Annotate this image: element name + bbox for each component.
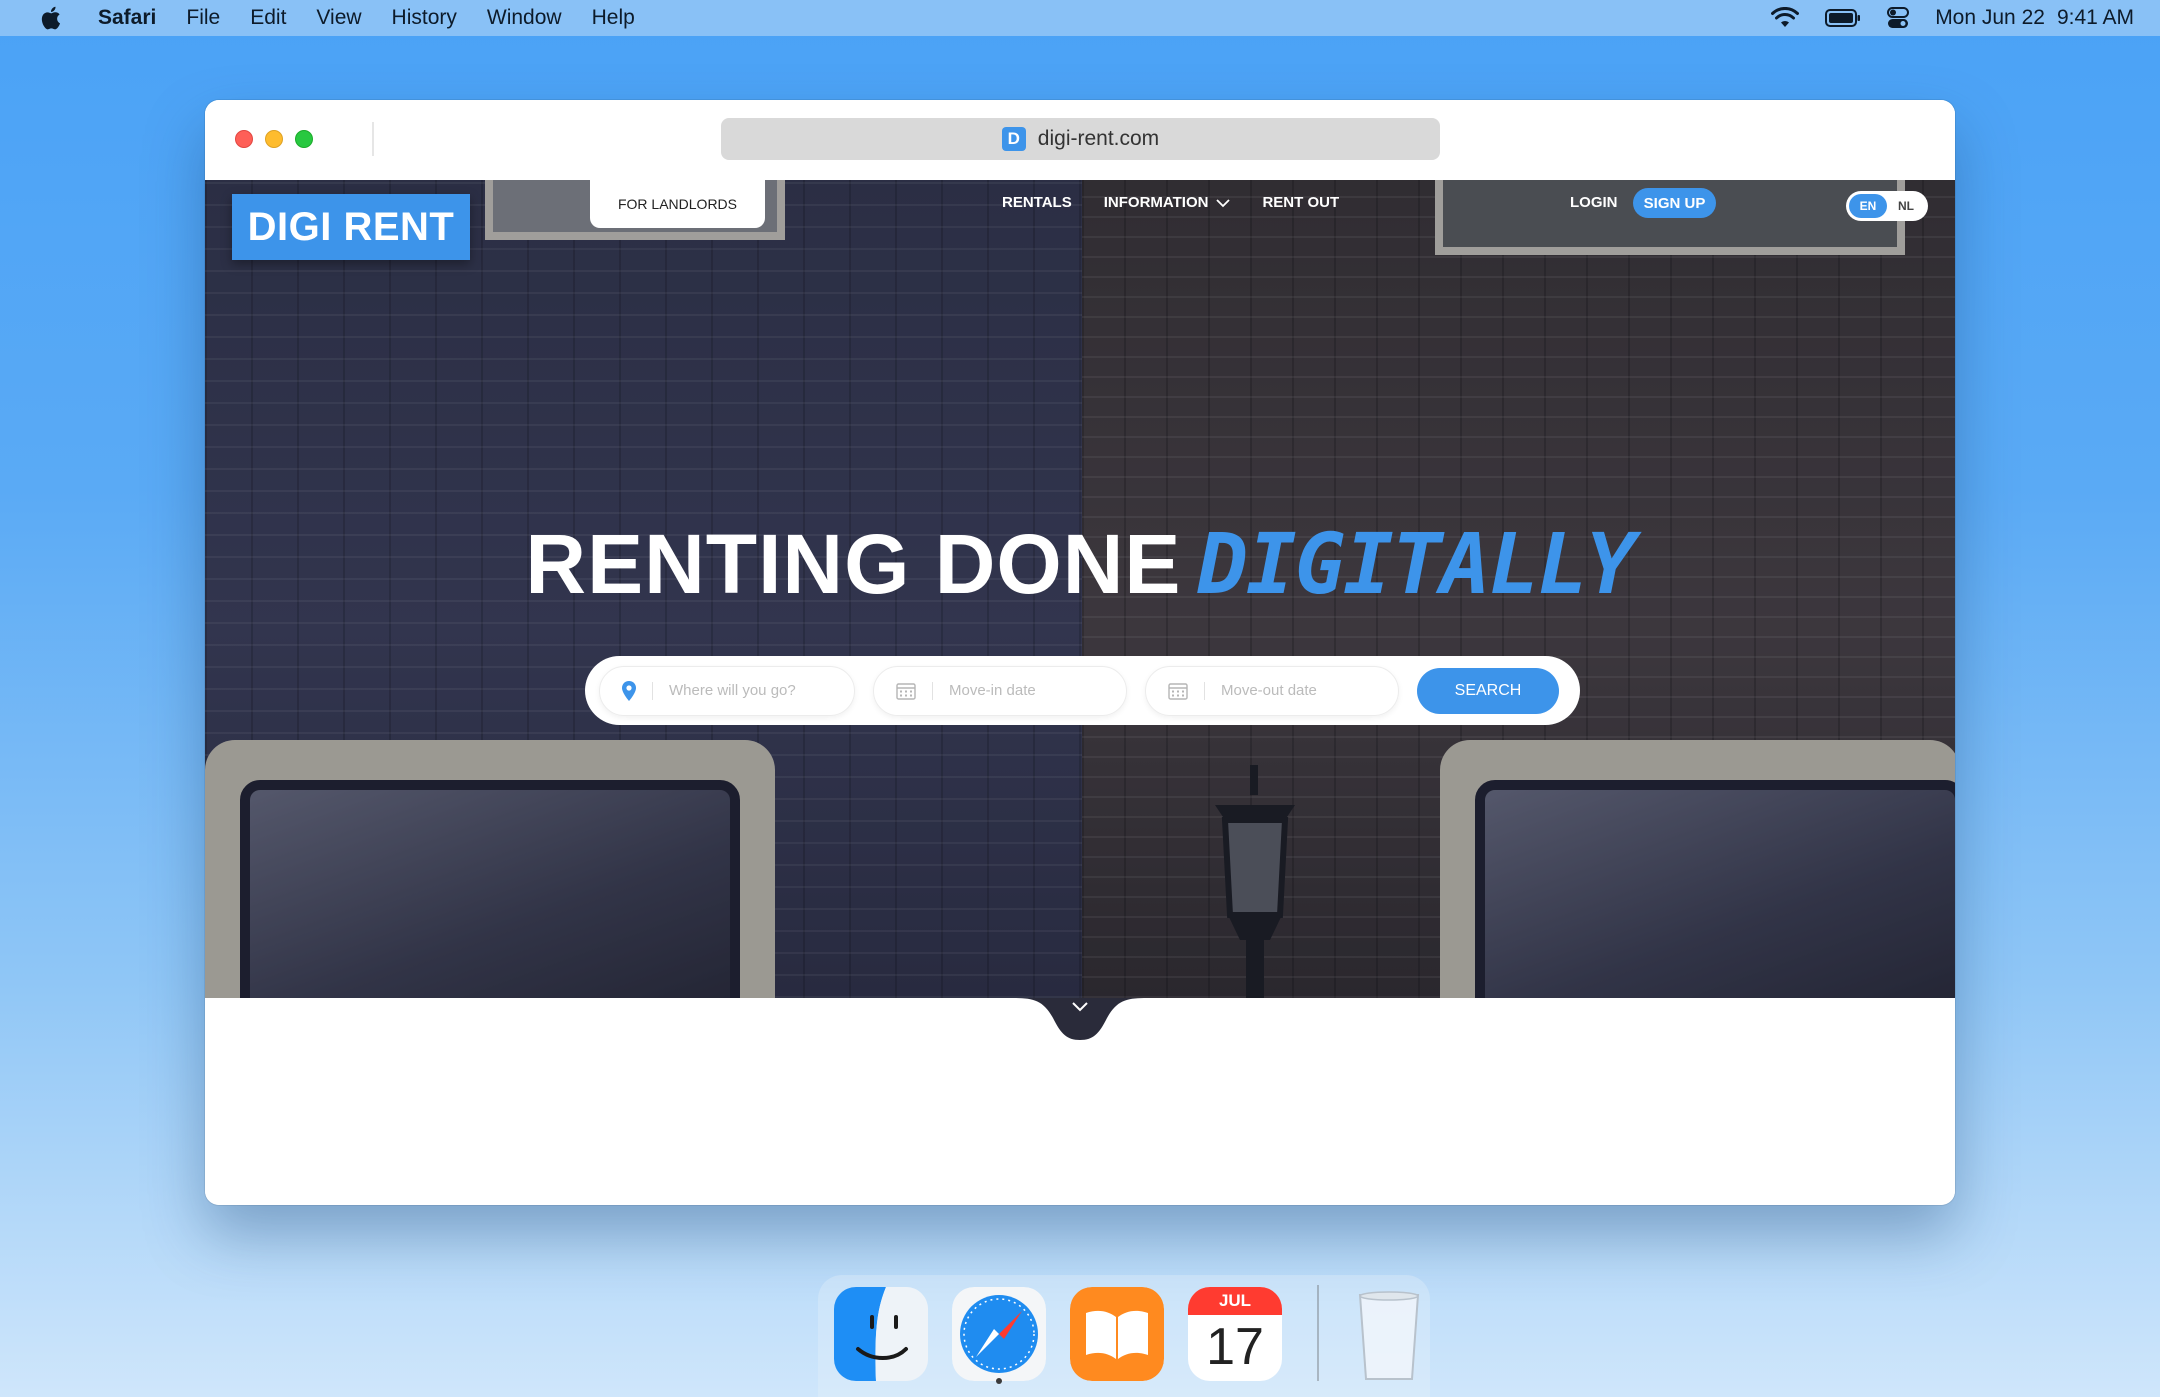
minimize-window-button[interactable] [265,130,283,148]
language-toggle[interactable]: EN NL [1846,191,1928,221]
search-button[interactable]: SEARCH [1417,667,1559,714]
calendar-icon [1168,682,1188,700]
headline-text: RENTING DONE [525,517,1182,611]
wifi-icon[interactable] [1771,7,1800,29]
move-in-placeholder: Move-in date [949,682,1036,699]
move-out-date-field[interactable]: Move-out date [1145,665,1399,716]
finder-icon[interactable] [834,1287,928,1381]
books-icon[interactable] [1070,1287,1164,1381]
lang-nl-option[interactable]: NL [1887,194,1925,218]
menu-file[interactable]: File [186,6,220,30]
menu-history[interactable]: History [392,6,457,30]
menu-app-name[interactable]: Safari [98,6,156,30]
battery-icon[interactable] [1825,9,1861,27]
hero-section: DIGI RENT FOR LANDLORDS RENTALS INFORMAT… [205,180,1955,998]
calendar-day: 17 [1206,1318,1264,1376]
chevron-down-icon [1216,198,1231,207]
close-window-button[interactable] [235,130,253,148]
fullscreen-window-button[interactable] [295,130,313,148]
site-logo[interactable]: DIGI RENT [232,194,470,260]
lang-en-option[interactable]: EN [1849,194,1887,218]
menu-bar: Safari File Edit View History Window Hel… [0,0,2160,36]
nav-rentals[interactable]: RENTALS [1002,194,1072,211]
location-field[interactable]: Where will you go? [599,665,855,716]
calendar-icon [896,682,916,700]
location-placeholder: Where will you go? [669,682,796,699]
control-center-icon[interactable] [1887,7,1910,29]
address-bar[interactable]: D digi-rent.com [721,118,1440,160]
headline-accent: DIGITALLY [1197,515,1636,613]
running-indicator [996,1378,1002,1384]
calendar-icon[interactable]: JUL 17 [1188,1287,1282,1381]
url-text: digi-rent.com [1037,127,1160,150]
title-bar: D digi-rent.com [205,100,1955,180]
apple-menu-icon[interactable] [38,4,66,32]
site-favicon-icon: D [1001,127,1026,151]
move-in-date-field[interactable]: Move-in date [873,665,1127,716]
calendar-month: JUL [1188,1287,1282,1315]
menu-window[interactable]: Window [487,6,562,30]
safari-icon[interactable] [952,1287,1046,1381]
location-pin-icon [622,680,636,701]
sign-up-button[interactable]: SIGN UP [1633,188,1716,218]
move-out-placeholder: Move-out date [1221,682,1317,699]
menu-date[interactable]: Mon Jun 22 [1935,6,2045,30]
status-area: Mon Jun 22 9:41 AM [1771,0,2134,36]
dock-divider [1317,1285,1319,1381]
menu-time[interactable]: 9:41 AM [2057,6,2134,30]
main-nav: RENTALS INFORMATION RENT OUT [1002,194,1339,211]
search-bar: Where will you go? Move-in date Move-out… [585,656,1580,725]
menu-view[interactable]: View [316,6,361,30]
nav-information-label: INFORMATION [1103,194,1209,211]
safari-window: D digi-rent.com DIGI RENT FOR LANDLORDS … [205,100,1955,1205]
for-landlords-tab[interactable]: FOR LANDLORDS [590,180,765,228]
menu-edit[interactable]: Edit [250,6,286,30]
trash-icon[interactable] [1342,1287,1436,1381]
nav-information[interactable]: INFORMATION [1104,194,1231,211]
menu-help[interactable]: Help [592,6,635,30]
toolbar-divider [372,122,374,156]
hero-headline: RENTING DONE DIGITALLY [205,515,1955,613]
scroll-down-notch[interactable] [1013,978,1147,1062]
login-link[interactable]: LOGIN [1570,194,1618,211]
nav-rent-out[interactable]: RENT OUT [1262,194,1339,211]
